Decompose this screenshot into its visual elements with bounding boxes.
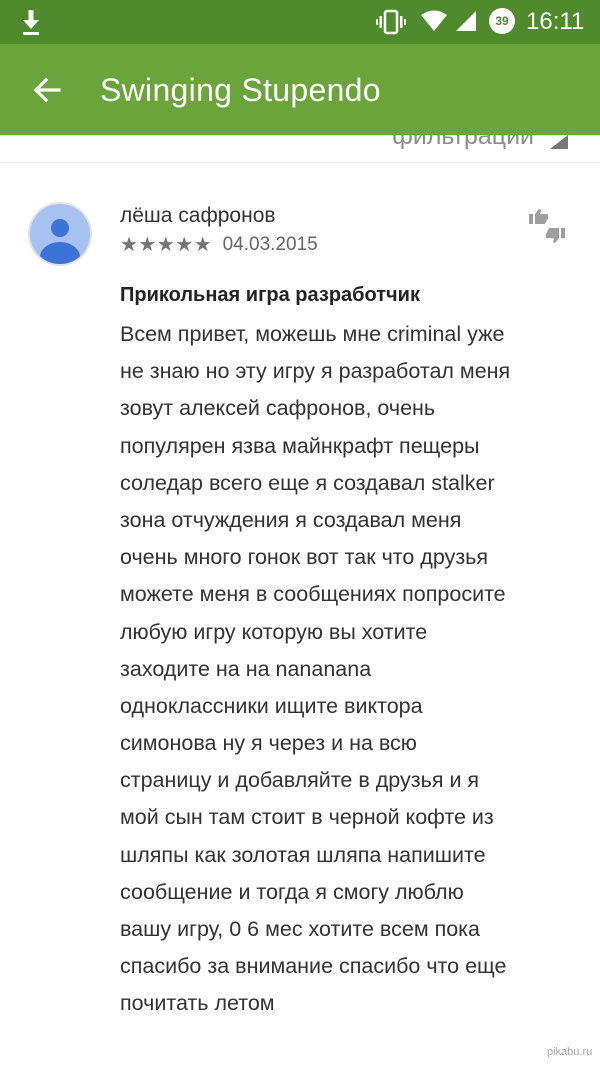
divider: [0, 162, 600, 163]
review-text-line: шляпы как золотая шляпа напишите: [120, 842, 486, 867]
review-text-line: заходите на на nananana: [120, 656, 372, 681]
review-text-line: страницу и добавляйте в друзья и я: [120, 768, 480, 793]
review-text-line: Всем привет, можешь мне criminal уже: [120, 322, 505, 346]
download-icon: [23, 10, 39, 35]
signal-icon: [456, 11, 476, 31]
dropdown-arrow-icon: [550, 135, 568, 149]
filter-label: фильтрации: [392, 135, 534, 150]
battery-level: 39: [495, 14, 509, 28]
review-text-line: мой сын там стоит в черной кофте из: [120, 805, 494, 830]
review-text-line: одноклассники ищите виктора: [120, 693, 423, 718]
arrow-back-icon: [33, 77, 61, 103]
review-text-line: вашу игру, 0 6 мес хотите всем пока: [120, 917, 481, 941]
review-title: Прикольная игра разработчик: [120, 284, 420, 306]
review-text-line: почитать летом: [120, 991, 275, 1016]
rating-row: ★★★★★ 04.03.2015: [120, 232, 318, 258]
clock: 16:11: [526, 8, 585, 35]
review-body: Всем привет, можешь мне criminal уже не з…: [120, 316, 560, 1023]
review-text-line: зовут алексей сафронов, очень: [120, 396, 436, 421]
review-text-line: симонова ну я через и на всю: [120, 731, 417, 756]
review-text-line: сообщение и тогда я смогу люблю: [120, 879, 464, 904]
review-text-line: популярен язва майнкрафт пещеры: [120, 433, 480, 458]
review-author[interactable]: лёша сафронов: [120, 202, 276, 230]
review-text-line: зона отчуждения я создавал меня: [120, 507, 462, 532]
review-text-line: спасибо за внимание спасибо что еще: [120, 954, 507, 979]
wifi-icon: [421, 10, 447, 31]
review-text-line: можете меня в сообщениях попросите: [120, 582, 506, 607]
filter-dropdown[interactable]: фильтрации: [0, 135, 600, 157]
review-text-line: не знаю но эту игру я разработал меня: [120, 359, 511, 384]
review-date: 04.03.2015: [222, 233, 318, 255]
app-bar: Swinging Stupendo: [0, 44, 600, 135]
review-text-line: очень много гонок вот так что друзья: [120, 545, 489, 570]
thumbs-up-down-icon: [529, 209, 565, 243]
avatar: [28, 202, 92, 266]
review-text-line: соледар всего еще я создавал stalker: [120, 470, 495, 495]
back-button[interactable]: [26, 68, 70, 112]
rating-stars: ★★★★★: [120, 234, 213, 256]
battery-icon: 39: [488, 7, 516, 35]
page-title: Swinging Stupendo: [100, 72, 381, 108]
watermark: pikabu.ru: [547, 1046, 593, 1058]
vibrate-icon: [376, 9, 406, 35]
helpful-vote-button[interactable]: [527, 206, 567, 246]
review-text-line: любую игру которую вы хотите: [120, 619, 428, 644]
status-bar: 39 16:11: [0, 0, 600, 44]
